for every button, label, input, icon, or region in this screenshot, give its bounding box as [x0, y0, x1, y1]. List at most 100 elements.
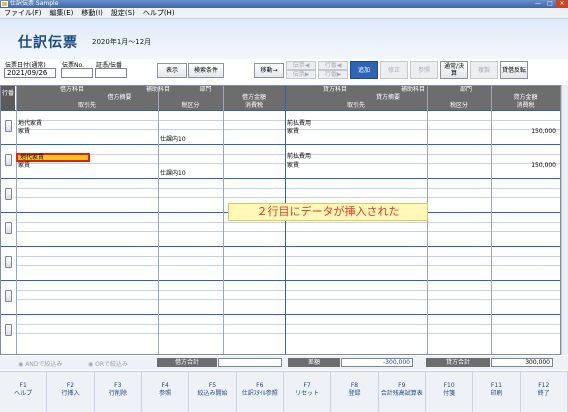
- f1-help-button[interactable]: F1 ヘルプ: [0, 372, 48, 412]
- header-dr-account: 借方科目: [16, 86, 128, 94]
- cr-total-value: 300,000: [491, 358, 553, 367]
- window-title: 仕訳伝票 Sample: [10, 0, 59, 7]
- f6-style-reference-button[interactable]: F6 仕訳ｽﾀｲﾙ参照: [237, 372, 284, 412]
- next-row-button[interactable]: 行番▶: [318, 70, 348, 79]
- f11-label: 印刷: [490, 390, 503, 397]
- f5-key: F5: [208, 382, 217, 389]
- f2-label: 行挿入: [61, 390, 80, 397]
- app-icon: [1, 1, 8, 7]
- row-no-header: 行番: [1, 86, 15, 110]
- date-input[interactable]: 2021/09/26: [4, 68, 56, 78]
- f7-reset-button[interactable]: F7 リセット: [284, 372, 332, 412]
- dr-total-label: 借方合計: [157, 358, 217, 367]
- row2-dr-account[interactable]: 地代家賃: [16, 153, 90, 162]
- f3-label: 行削除: [108, 390, 127, 397]
- f1-key: F1: [19, 382, 27, 389]
- or-filter-label: ORで絞込み: [95, 361, 129, 368]
- row1-cr-account[interactable]: 前払費用: [285, 120, 385, 128]
- header-blank-1: [223, 86, 285, 94]
- row1-cr-memo[interactable]: 家賃: [285, 128, 385, 136]
- header-dr-partner: 取引先: [16, 102, 158, 110]
- row1-dr-tax[interactable]: 仕課内10: [158, 136, 218, 144]
- f9-key: F9: [398, 382, 406, 389]
- row-divider: [16, 265, 560, 266]
- or-filter-radio[interactable]: ◉ ORで絞込み: [88, 359, 128, 368]
- row-select-button[interactable]: [5, 290, 12, 302]
- menu-help[interactable]: ヘルプ(H): [143, 8, 175, 18]
- row1-dr-memo[interactable]: 家賃: [16, 128, 116, 136]
- row2-cr-memo[interactable]: 家賃: [285, 162, 385, 170]
- cert-input[interactable]: [95, 68, 127, 78]
- close-button[interactable]: ×: [556, 0, 568, 8]
- search-conditions-button[interactable]: 検索条件: [188, 63, 224, 78]
- row-band: [1, 246, 560, 280]
- refer-button[interactable]: 参照: [410, 61, 438, 79]
- display-button[interactable]: 表示: [157, 63, 187, 78]
- modify-button[interactable]: 修正: [380, 61, 408, 79]
- f10-label: 付箋: [443, 390, 456, 397]
- prev-slip-button[interactable]: 伝票◀: [286, 61, 316, 70]
- f9-trial-balance-button[interactable]: F9 合計残高試算表: [379, 372, 426, 412]
- row-select-button[interactable]: [5, 120, 12, 132]
- row-select-button[interactable]: [5, 188, 12, 200]
- f12-exit-button[interactable]: F12 終了: [521, 372, 568, 412]
- row-band: [1, 314, 560, 348]
- header-dr-amount: 借方金額: [223, 94, 285, 102]
- row2-dr-memo[interactable]: 家賃: [16, 162, 116, 170]
- row-select-button[interactable]: [5, 324, 12, 336]
- menu-edit[interactable]: 編集(E): [50, 8, 74, 18]
- f5-filter-start-button[interactable]: F5 絞込み開始: [189, 372, 237, 412]
- move-button[interactable]: 移動→: [254, 63, 284, 78]
- f9-label: 合計残高試算表: [380, 390, 423, 397]
- row-select-button[interactable]: [5, 154, 12, 166]
- header-cr-consumption-tax: 消費税: [491, 102, 560, 110]
- f1-label: ヘルプ: [14, 390, 33, 397]
- header-dr-dept: 部門: [188, 86, 223, 94]
- f10-sticky-note-button[interactable]: F10 付箋: [426, 372, 474, 412]
- prev-row-button[interactable]: 行番◀: [318, 61, 348, 70]
- maximize-button[interactable]: □: [544, 0, 556, 8]
- row1-dr-account[interactable]: 地代家賃: [16, 120, 116, 128]
- and-filter-radio[interactable]: ◉ ANDで絞込み: [18, 359, 62, 368]
- row-divider: [16, 188, 560, 189]
- copy-button[interactable]: 複製: [470, 61, 498, 79]
- f2-key: F2: [66, 382, 75, 389]
- row-select-button[interactable]: [5, 256, 12, 268]
- column-divider: [491, 86, 492, 354]
- f3-delete-row-button[interactable]: F3 行削除: [95, 372, 142, 412]
- minimize-button[interactable]: —: [532, 0, 544, 8]
- column-divider: [223, 86, 224, 354]
- row-divider: [16, 222, 560, 223]
- add-button[interactable]: 追加: [350, 61, 378, 79]
- f3-key: F3: [114, 382, 122, 389]
- header-dr-tax: 税区分: [158, 102, 223, 110]
- next-slip-button[interactable]: 伝票▶: [286, 70, 316, 79]
- normal-closing-button[interactable]: 通常/決算: [440, 61, 468, 79]
- row2-cr-account[interactable]: 前払費用: [285, 153, 385, 161]
- row2-dr-tax[interactable]: 仕課内10: [158, 170, 218, 178]
- f11-print-button[interactable]: F11 印刷: [473, 372, 521, 412]
- menu-settings[interactable]: 設定(S): [111, 8, 135, 18]
- menu-bar: ファイル(F) 編集(E) 移動(I) 設定(S) ヘルプ(H): [0, 8, 568, 19]
- header-dr-consumption-tax: 消費税: [223, 102, 285, 110]
- menu-file[interactable]: ファイル(F): [4, 8, 42, 18]
- column-divider: [158, 86, 159, 354]
- diff-value: -300,000: [341, 358, 413, 367]
- row-select-button[interactable]: [5, 222, 12, 234]
- f5-label: 絞込み開始: [197, 390, 228, 397]
- insert-notice: ２行目にデータが挿入された: [228, 203, 428, 221]
- row1-cr-amount[interactable]: 150,000: [491, 128, 558, 136]
- row2-cr-amount[interactable]: 150,000: [491, 162, 558, 170]
- f12-key: F12: [538, 382, 550, 389]
- reverse-dr-cr-button[interactable]: 貸借反転: [500, 61, 528, 79]
- header-dr-memo: 借方摘要: [16, 94, 223, 102]
- slip-no-input[interactable]: [61, 68, 93, 78]
- row-divider: [16, 299, 560, 300]
- f2-insert-row-button[interactable]: F2 行挿入: [47, 372, 95, 412]
- menu-move[interactable]: 移動(I): [81, 8, 103, 18]
- f4-reference-button[interactable]: F4 参照: [142, 372, 190, 412]
- f4-label: 参照: [159, 390, 172, 397]
- vertical-scrollbar[interactable]: [561, 85, 568, 355]
- f11-key: F11: [490, 382, 502, 389]
- f8-register-button[interactable]: F8 登録: [331, 372, 379, 412]
